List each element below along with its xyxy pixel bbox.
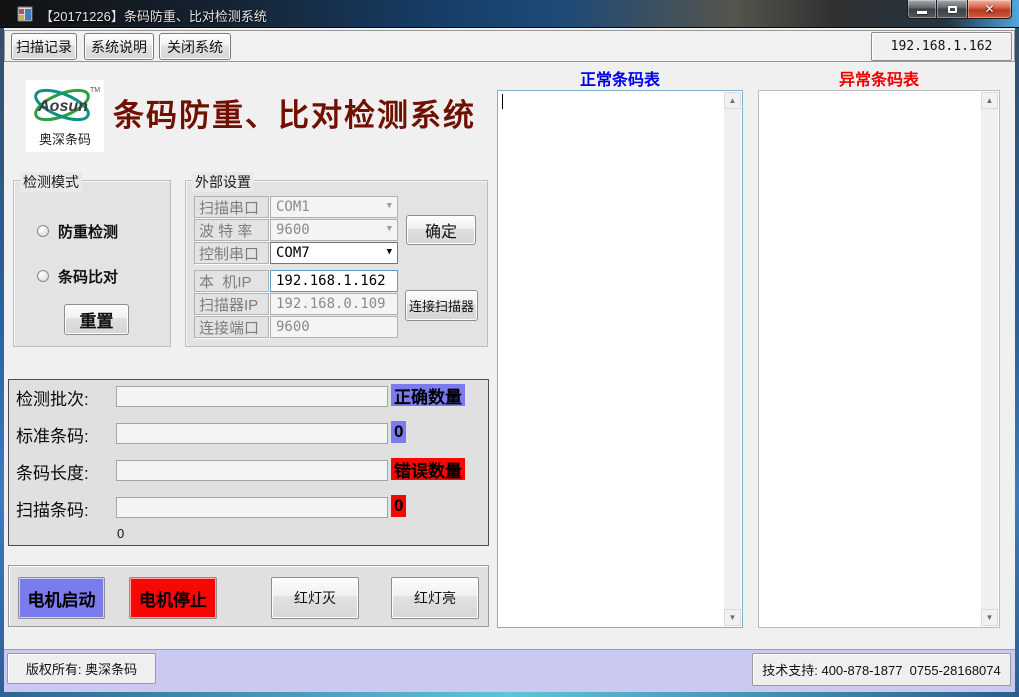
text-caret — [502, 94, 503, 109]
minimize-icon — [917, 11, 927, 14]
close-system-button[interactable]: 关闭系统 — [159, 33, 231, 60]
maximize-button[interactable] — [937, 0, 967, 19]
red-light-off-button[interactable]: 红灯灭 — [271, 577, 359, 619]
control-serial-combo[interactable]: COM7 ▼ — [270, 242, 398, 264]
combo-value: COM1 — [276, 199, 310, 215]
baud-rate-row: 波 特 率 9600 ▼ — [194, 219, 398, 241]
scanner-ip-label: 扫描器IP — [194, 293, 269, 315]
chevron-down-icon: ▼ — [387, 224, 392, 234]
app-window: 【20171226】条码防重、比对检测系统 ✕ 扫描记录 系统说明 关闭系统 1… — [0, 0, 1019, 697]
confirm-button[interactable]: 确定 — [406, 215, 476, 245]
external-settings-group: 外部设置 扫描串口 COM1 ▼ 波 特 率 9600 ▼ 控制串口 COM7 … — [185, 180, 488, 347]
window-border-left — [0, 28, 4, 697]
scroll-down-icon[interactable]: ▼ — [724, 609, 741, 626]
company-logo: Aosun TM 奥深条码 — [26, 80, 104, 152]
extra-count-value: 0 — [117, 526, 124, 541]
baud-rate-combo: 9600 ▼ — [270, 219, 398, 241]
window-border-bottom — [0, 692, 1019, 697]
combo-value: 9600 — [276, 222, 310, 238]
scan-barcode-field[interactable] — [116, 497, 388, 518]
error-count-value: 0 — [391, 495, 406, 517]
scroll-down-icon[interactable]: ▼ — [981, 609, 998, 626]
detection-info-panel: 检测批次: 标准条码: 条码长度: 扫描条码: 正确数量 0 错误数量 0 0 — [8, 379, 489, 546]
radio-icon — [37, 270, 49, 282]
radio-icon — [37, 225, 49, 237]
detection-mode-group: 检测模式 防重检测 条码比对 重置 — [13, 180, 171, 347]
normal-barcode-list[interactable]: ▲ ▼ — [497, 90, 743, 628]
motor-control-panel: 电机启动 电机停止 红灯灭 红灯亮 — [8, 565, 489, 627]
minimize-button[interactable] — [907, 0, 937, 19]
scanner-ip-row: 扫描器IP 192.168.0.109 — [194, 293, 398, 315]
window-controls: ✕ — [907, 0, 1012, 19]
baud-rate-label: 波 特 率 — [194, 219, 269, 241]
local-ip-label: 本 机IP — [194, 270, 269, 292]
aosun-logo-icon: Aosun TM — [26, 80, 104, 130]
window-border-right — [1015, 28, 1019, 697]
standard-barcode-field[interactable] — [116, 423, 388, 444]
external-settings-group-title: 外部设置 — [192, 172, 254, 192]
connect-port-field: 9600 — [270, 316, 398, 338]
control-serial-label: 控制串口 — [194, 242, 269, 264]
red-light-on-button[interactable]: 红灯亮 — [391, 577, 479, 619]
radio-barcode-compare[interactable]: 条码比对 — [37, 265, 118, 287]
detection-mode-group-title: 检测模式 — [20, 172, 82, 192]
connect-port-label: 连接端口 — [194, 316, 269, 338]
abnormal-barcode-list-title: 异常条码表 — [758, 66, 1000, 90]
motor-stop-button[interactable]: 电机停止 — [129, 577, 217, 619]
logo-wordmark: Aosun — [37, 98, 88, 115]
titlebar: 【20171226】条码防重、比对检测系统 ✕ — [0, 0, 1019, 28]
normal-barcode-list-title: 正常条码表 — [497, 66, 743, 90]
scroll-up-icon[interactable]: ▲ — [724, 92, 741, 109]
batch-label: 检测批次: — [16, 385, 89, 410]
scan-serial-combo: COM1 ▼ — [270, 196, 398, 218]
correct-count-value: 0 — [391, 421, 406, 443]
normal-list-scrollbar[interactable]: ▲ ▼ — [724, 92, 741, 626]
radio-label: 防重检测 — [58, 221, 118, 242]
local-ip-row: 本 机IP 192.168.1.162 — [194, 270, 398, 292]
app-icon — [17, 6, 33, 22]
scan-serial-row: 扫描串口 COM1 ▼ — [194, 196, 398, 218]
local-ip-display[interactable]: 192.168.1.162 — [871, 32, 1012, 61]
standard-barcode-label: 标准条码: — [16, 422, 89, 447]
connect-port-row: 连接端口 9600 — [194, 316, 398, 338]
reset-button[interactable]: 重置 — [64, 304, 129, 335]
abnormal-list-scrollbar[interactable]: ▲ ▼ — [981, 92, 998, 626]
window-title: 【20171226】条码防重、比对检测系统 — [40, 6, 267, 25]
error-count-label: 错误数量 — [391, 458, 465, 480]
combo-value: COM7 — [276, 245, 310, 261]
abnormal-barcode-list[interactable]: ▲ ▼ — [758, 90, 1000, 628]
chevron-down-icon: ▼ — [387, 247, 392, 257]
connect-scanner-button[interactable]: 连接扫描器 — [405, 290, 478, 321]
maximize-icon — [948, 6, 957, 13]
scan-serial-label: 扫描串口 — [194, 196, 269, 218]
scroll-up-icon[interactable]: ▲ — [981, 92, 998, 109]
scan-barcode-label: 扫描条码: — [16, 496, 89, 521]
logo-subtitle: 奥深条码 — [26, 129, 104, 148]
control-serial-row: 控制串口 COM7 ▼ — [194, 242, 398, 264]
close-icon: ✕ — [984, 2, 994, 16]
scan-records-button[interactable]: 扫描记录 — [11, 33, 77, 60]
radio-label: 条码比对 — [58, 266, 118, 287]
local-ip-field[interactable]: 192.168.1.162 — [270, 270, 398, 292]
page-title: 条码防重、比对检测系统 — [113, 90, 476, 135]
barcode-length-label: 条码长度: — [16, 459, 89, 484]
batch-field[interactable] — [116, 386, 388, 407]
tech-support-panel: 技术支持: 400-878-1877 0755-28168074 — [752, 653, 1011, 686]
barcode-length-field[interactable] — [116, 460, 388, 481]
status-bar: 版权所有: 奥深条码 技术支持: 400-878-1877 0755-28168… — [4, 649, 1015, 692]
scanner-ip-field: 192.168.0.109 — [270, 293, 398, 315]
close-button[interactable]: ✕ — [967, 0, 1012, 19]
logo-tm-mark: TM — [90, 87, 100, 94]
correct-count-label: 正确数量 — [391, 384, 465, 406]
system-info-button[interactable]: 系统说明 — [84, 33, 154, 60]
motor-start-button[interactable]: 电机启动 — [18, 577, 105, 619]
chevron-down-icon: ▼ — [387, 201, 392, 211]
toolbar: 扫描记录 系统说明 关闭系统 192.168.1.162 — [4, 30, 1015, 62]
copyright-panel: 版权所有: 奥深条码 — [7, 653, 156, 684]
radio-anti-duplicate[interactable]: 防重检测 — [37, 220, 118, 242]
